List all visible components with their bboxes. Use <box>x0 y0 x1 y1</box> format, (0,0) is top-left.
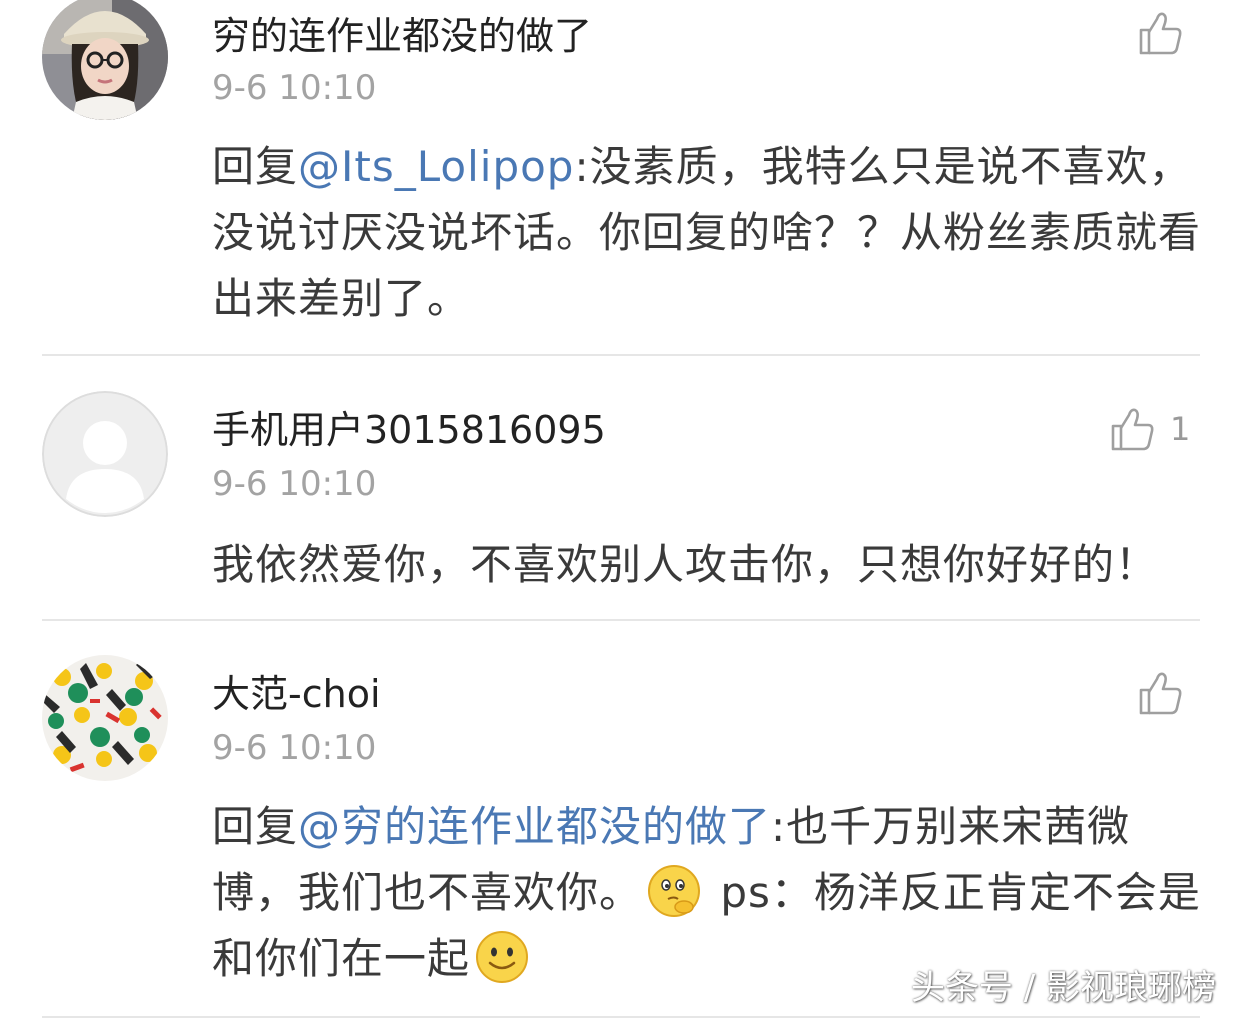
divider <box>42 1016 1200 1018</box>
user-avatar[interactable] <box>42 0 168 120</box>
comment-body: 我依然爱你，不喜欢别人攻击你，只想你好好的！ <box>212 540 1159 589</box>
comment-username[interactable]: 大范-choi <box>212 672 381 716</box>
thumbs-up-icon <box>1139 12 1182 55</box>
user-avatar[interactable] <box>42 655 168 781</box>
comment-timestamp: 9-6 10:10 <box>212 728 377 768</box>
comment-timestamp: 9-6 10:10 <box>212 68 377 108</box>
like-button[interactable]: 1 <box>1110 406 1190 452</box>
comment-text: 回复@穷的连作业都没的做了:也千万别来宋茜微博，我们也不喜欢你。 ps：杨洋反正… <box>212 794 1212 992</box>
smile-emoji <box>476 931 529 983</box>
reply-prefix: 回复 <box>212 802 299 851</box>
comment-text: 我依然爱你，不喜欢别人攻击你，只想你好好的！ <box>212 532 1212 598</box>
comment-timestamp: 9-6 10:10 <box>212 464 377 504</box>
mention-link[interactable]: @Its_Lolipop <box>298 142 574 191</box>
divider <box>42 619 1200 621</box>
user-avatar[interactable] <box>42 391 168 517</box>
watermark: 头条号 / 影视琅琊榜 <box>910 968 1216 1008</box>
default-user-avatar <box>42 391 168 517</box>
thinking-emoji <box>648 865 701 917</box>
divider <box>42 354 1200 356</box>
pattern-avatar <box>42 655 168 781</box>
reply-prefix: 回复 <box>212 142 299 191</box>
thumbs-up-icon <box>1139 672 1182 715</box>
mention-link[interactable]: @穷的连作业都没的做了 <box>298 802 771 851</box>
thumbs-up-icon <box>1111 408 1154 451</box>
user-photo-avatar <box>42 0 168 120</box>
comment-username[interactable]: 穷的连作业都没的做了 <box>212 14 592 58</box>
like-count: 1 <box>1170 410 1191 448</box>
like-button[interactable] <box>1138 670 1198 716</box>
comment-text: 回复@Its_Lolipop:没素质，我特么只是说不喜欢，没说讨厌没说坏话。你回… <box>212 134 1212 332</box>
like-button[interactable] <box>1138 10 1198 56</box>
comment-username[interactable]: 手机用户3015816095 <box>212 408 606 452</box>
